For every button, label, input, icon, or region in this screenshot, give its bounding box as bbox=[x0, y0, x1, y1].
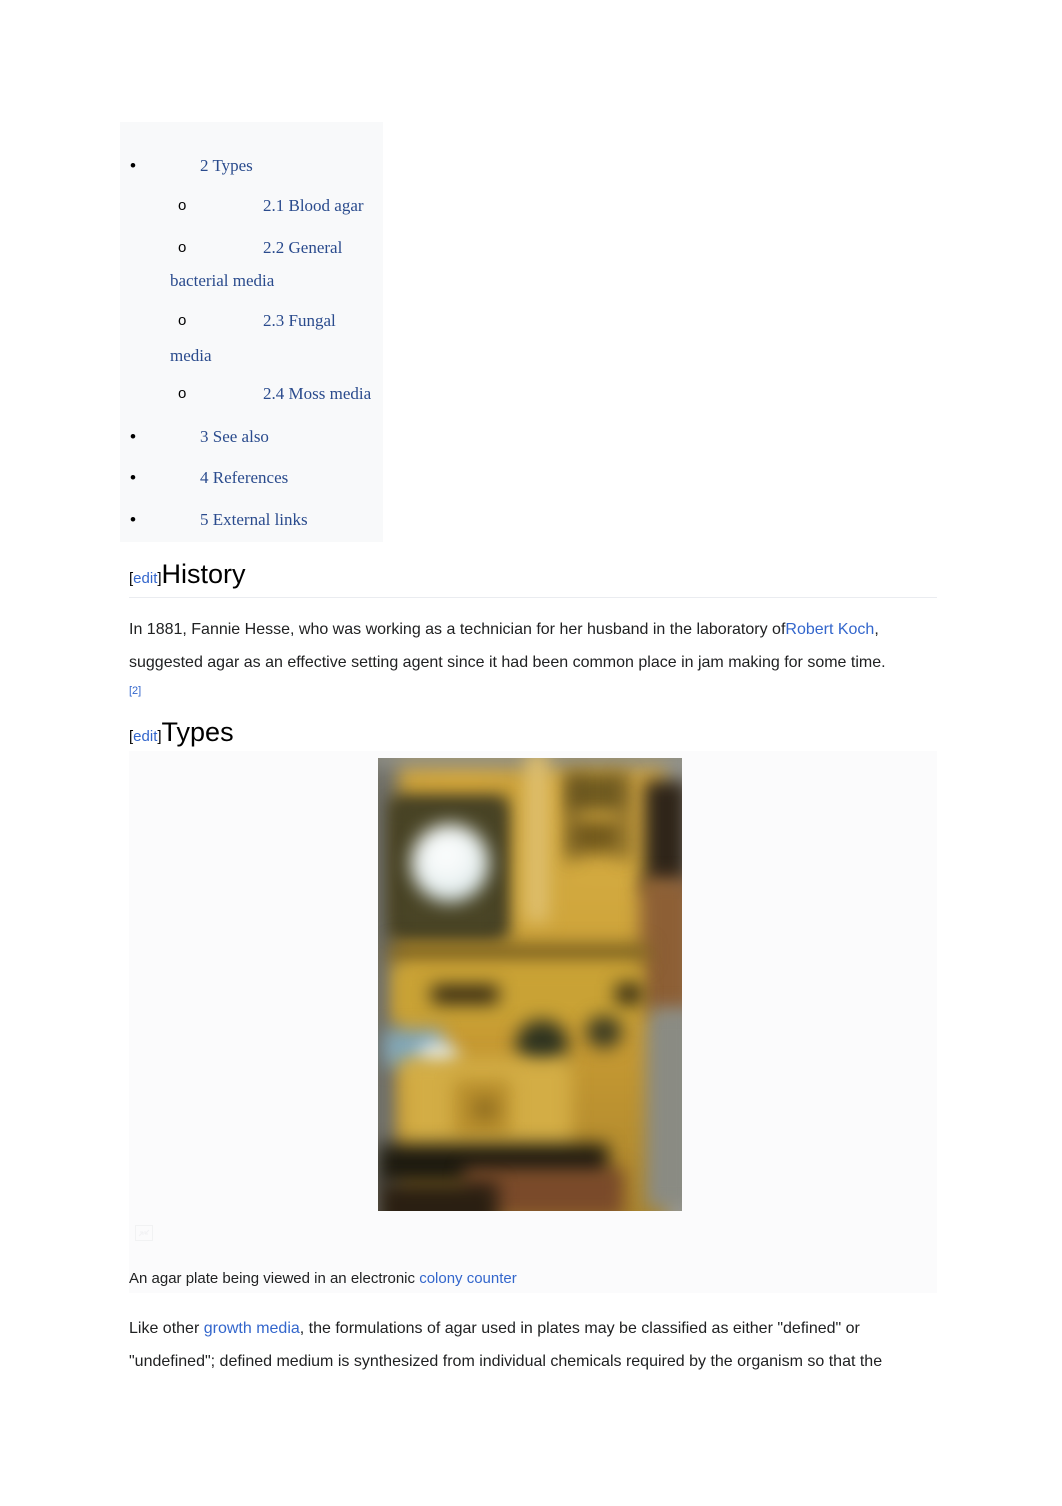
toc-item-label[interactable]: 4 References bbox=[200, 468, 288, 487]
toc-item-label-continued[interactable]: media bbox=[170, 346, 212, 365]
robert-koch-link[interactable]: Robert Koch bbox=[785, 621, 874, 638]
reference-marker-2[interactable]: [2] bbox=[129, 685, 141, 697]
history-paragraph-line2: suggested agar as an effective setting a… bbox=[129, 654, 886, 671]
toc-item-label[interactable]: 2 Types bbox=[200, 156, 253, 175]
bullet-icon: • bbox=[130, 468, 136, 487]
colony-counter-link[interactable]: colony counter bbox=[419, 1270, 517, 1287]
toc-item-label[interactable]: 2.1 Blood agar bbox=[263, 196, 364, 215]
toc-item-label[interactable]: 2.2 General bbox=[263, 238, 342, 257]
section-title-text: Types bbox=[161, 717, 234, 747]
toc-item-label-wrap[interactable]: bacterial media bbox=[170, 271, 274, 291]
table-of-contents: • 2 Types o 2.1 Blood agar o 2.2 General… bbox=[120, 122, 383, 542]
heading-divider bbox=[129, 597, 937, 598]
toc-item-fungal-media[interactable]: o 2.3 Fungal bbox=[130, 311, 336, 331]
circle-bullet-icon: o bbox=[178, 312, 187, 329]
figure-caption-text: An agar plate being viewed in an electro… bbox=[129, 1270, 420, 1287]
edit-link-label[interactable]: edit bbox=[133, 728, 157, 745]
page-section-heading-types: [edit]Types bbox=[129, 716, 234, 753]
history-paragraph-text-a: In 1881, Fannie Hesse, who was working a… bbox=[129, 621, 786, 638]
history-paragraph-text-b: , bbox=[874, 621, 879, 638]
agar-plate-colony-counter-photo[interactable] bbox=[378, 758, 682, 1211]
history-paragraph: In 1881, Fannie Hesse, who was working a… bbox=[129, 613, 939, 679]
edit-section-link-types[interactable]: [edit] bbox=[129, 728, 162, 745]
toc-item-external-links[interactable]: • 5 External links bbox=[130, 510, 308, 530]
edit-link-label[interactable]: edit bbox=[133, 570, 157, 587]
growth-media-link[interactable]: growth media bbox=[204, 1320, 300, 1337]
toc-item-general-bacterial-media[interactable]: o 2.2 General bbox=[130, 238, 342, 258]
toc-item-label[interactable]: 3 See also bbox=[200, 427, 269, 446]
toc-item-label[interactable]: 2.3 Fungal bbox=[263, 311, 336, 330]
page-section-heading-history: [edit]History bbox=[129, 558, 246, 595]
bullet-icon: • bbox=[130, 510, 136, 529]
enlarge-icon[interactable] bbox=[135, 1225, 153, 1241]
toc-item-blood-agar[interactable]: o 2.1 Blood agar bbox=[130, 196, 364, 216]
section-title-text: History bbox=[161, 559, 246, 589]
types-paragraph: Like other growth media, the formulation… bbox=[129, 1312, 939, 1378]
toc-item-see-also[interactable]: • 3 See also bbox=[130, 427, 269, 447]
toc-item-types[interactable]: • 2 Types bbox=[130, 156, 253, 176]
toc-item-label[interactable]: 5 External links bbox=[200, 510, 308, 529]
circle-bullet-icon: o bbox=[178, 385, 187, 402]
figure-container: An agar plate being viewed in an electro… bbox=[129, 751, 937, 1293]
figure-caption: An agar plate being viewed in an electro… bbox=[129, 1270, 517, 1288]
bullet-icon: • bbox=[130, 427, 136, 446]
circle-bullet-icon: o bbox=[178, 239, 187, 256]
types-paragraph-text-a: Like other bbox=[129, 1320, 204, 1337]
bullet-icon: • bbox=[130, 156, 136, 175]
toc-item-label-continued[interactable]: bacterial media bbox=[170, 271, 274, 290]
toc-item-moss-media[interactable]: o 2.4 Moss media bbox=[130, 384, 371, 404]
toc-item-references[interactable]: • 4 References bbox=[130, 468, 288, 488]
circle-bullet-icon: o bbox=[178, 197, 187, 214]
toc-item-label-wrap[interactable]: media bbox=[170, 346, 212, 366]
toc-item-label[interactable]: 2.4 Moss media bbox=[263, 384, 371, 403]
edit-section-link-history[interactable]: [edit] bbox=[129, 570, 162, 587]
